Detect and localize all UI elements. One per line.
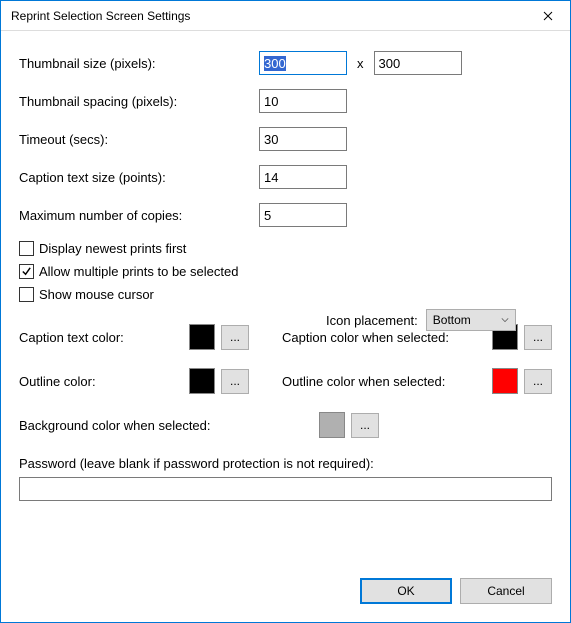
bg-selected-color-swatch — [319, 412, 345, 438]
outline-color-label: Outline color: — [19, 374, 189, 389]
checkmark-icon — [21, 266, 32, 277]
caption-text-color-pick-button[interactable]: ... — [221, 325, 249, 350]
timeout-input[interactable] — [259, 127, 347, 151]
outline-color-cell: Outline color: ... — [19, 368, 282, 394]
icon-placement-label: Icon placement: — [326, 313, 418, 328]
icon-placement-value: Bottom — [433, 313, 471, 327]
thumbnail-spacing-input[interactable] — [259, 89, 347, 113]
icon-placement-dropdown[interactable]: Bottom — [426, 309, 516, 331]
thumbnail-width-input[interactable] — [259, 51, 347, 75]
caption-selected-color-label: Caption color when selected: — [282, 330, 492, 345]
caption-text-color-swatch — [189, 324, 215, 350]
dialog-content: Thumbnail size (pixels): x Thumbnail spa… — [1, 31, 570, 578]
caption-text-color-cell: Caption text color: ... — [19, 324, 282, 350]
colors-section: Caption text color: ... Caption color wh… — [19, 324, 552, 438]
max-copies-label: Maximum number of copies: — [19, 208, 259, 223]
timeout-label: Timeout (secs): — [19, 132, 259, 147]
password-input[interactable] — [19, 477, 552, 501]
outline-selected-color-label: Outline color when selected: — [282, 374, 492, 389]
bg-selected-color-pick-button[interactable]: ... — [351, 413, 379, 438]
caption-selected-color-pick-button[interactable]: ... — [524, 325, 552, 350]
thumbnail-spacing-row: Thumbnail spacing (pixels): — [19, 89, 552, 113]
allow-multiple-row: Allow multiple prints to be selected — [19, 264, 552, 279]
caption-size-label: Caption text size (points): — [19, 170, 259, 185]
newest-first-label: Display newest prints first — [39, 241, 186, 256]
allow-multiple-checkbox[interactable] — [19, 264, 34, 279]
password-label: Password (leave blank if password protec… — [19, 456, 552, 471]
outline-color-pick-button[interactable]: ... — [221, 369, 249, 394]
thumbnail-size-row: Thumbnail size (pixels): x — [19, 51, 552, 75]
outline-color-row: Outline color: ... Outline color when se… — [19, 368, 552, 394]
ok-button[interactable]: OK — [360, 578, 452, 604]
password-section: Password (leave blank if password protec… — [19, 456, 552, 501]
titlebar: Reprint Selection Screen Settings — [1, 1, 570, 31]
max-copies-row: Maximum number of copies: — [19, 203, 552, 227]
close-button[interactable] — [525, 1, 570, 30]
thumbnail-height-input[interactable] — [374, 51, 462, 75]
show-cursor-checkbox[interactable] — [19, 287, 34, 302]
outline-selected-color-cell: Outline color when selected: ... — [282, 368, 552, 394]
thumbnail-spacing-label: Thumbnail spacing (pixels): — [19, 94, 259, 109]
dimension-separator: x — [357, 56, 364, 71]
allow-multiple-label: Allow multiple prints to be selected — [39, 264, 238, 279]
checkbox-group: Display newest prints first Allow multip… — [19, 241, 552, 302]
dialog-buttons: OK Cancel — [1, 578, 570, 622]
timeout-row: Timeout (secs): — [19, 127, 552, 151]
show-cursor-row: Show mouse cursor — [19, 287, 552, 302]
outline-color-swatch — [189, 368, 215, 394]
cancel-button[interactable]: Cancel — [460, 578, 552, 604]
outline-selected-color-pick-button[interactable]: ... — [524, 369, 552, 394]
max-copies-input[interactable] — [259, 203, 347, 227]
show-cursor-label: Show mouse cursor — [39, 287, 154, 302]
close-icon — [543, 11, 553, 21]
caption-text-color-label: Caption text color: — [19, 330, 189, 345]
outline-selected-color-swatch — [492, 368, 518, 394]
thumbnail-size-label: Thumbnail size (pixels): — [19, 56, 259, 71]
caption-size-row: Caption text size (points): — [19, 165, 552, 189]
newest-first-row: Display newest prints first — [19, 241, 552, 256]
bg-selected-color-row: Background color when selected: ... — [19, 412, 552, 438]
dialog-window: Reprint Selection Screen Settings Thumbn… — [0, 0, 571, 623]
chevron-down-icon — [501, 316, 509, 324]
caption-size-input[interactable] — [259, 165, 347, 189]
window-title: Reprint Selection Screen Settings — [11, 9, 190, 23]
bg-selected-color-label: Background color when selected: — [19, 418, 319, 433]
newest-first-checkbox[interactable] — [19, 241, 34, 256]
icon-placement-row: Icon placement: Bottom — [326, 309, 516, 331]
